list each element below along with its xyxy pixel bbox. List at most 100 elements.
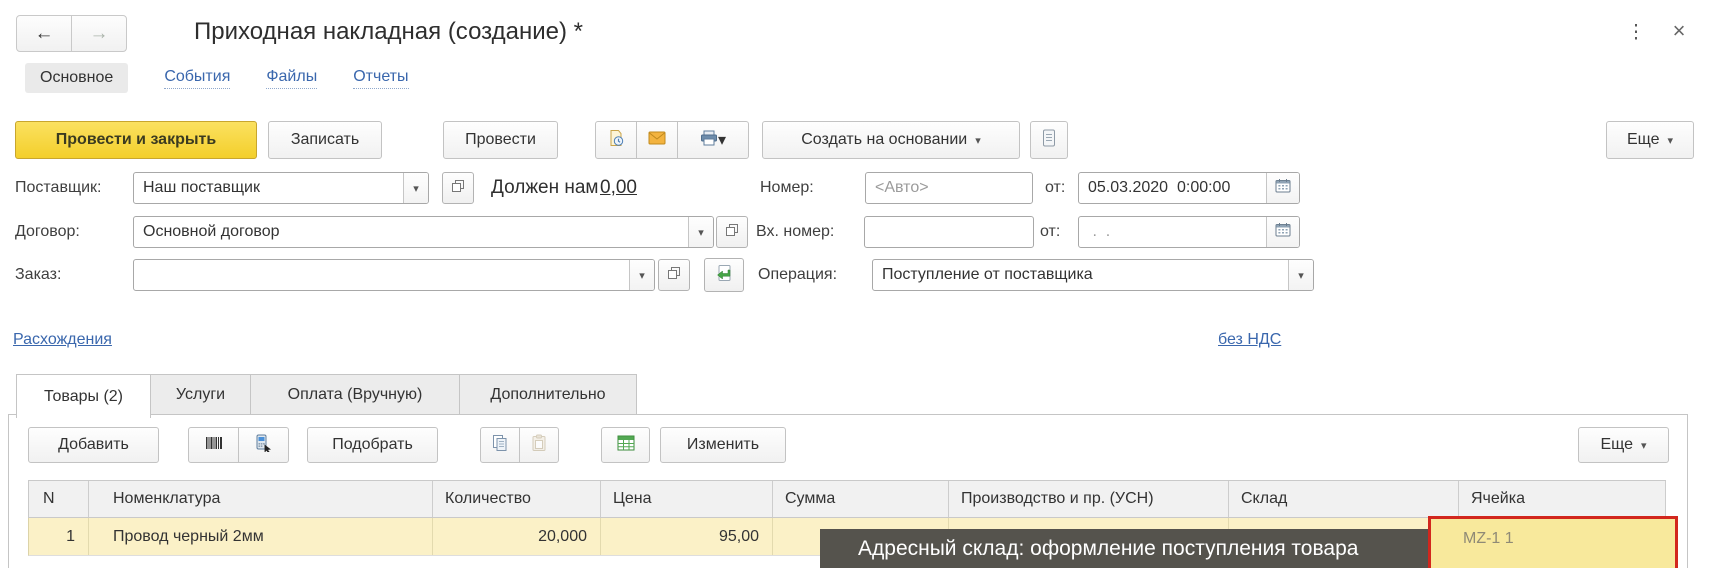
- vat-link[interactable]: без НДС: [1218, 331, 1281, 349]
- address-warehouse-tooltip: Адресный склад: оформление поступления т…: [820, 529, 1428, 568]
- more-label: Еще: [1627, 131, 1660, 149]
- order-dropdown-button[interactable]: ▾: [629, 260, 654, 290]
- number-label: Номер:: [760, 179, 814, 197]
- warehouse-cell-value[interactable]: MZ-1 1: [1463, 530, 1514, 548]
- paste-rows-button[interactable]: [519, 427, 559, 463]
- close-icon: ×: [1673, 18, 1686, 44]
- save-button[interactable]: Записать: [268, 121, 382, 159]
- contract-dropdown-button[interactable]: ▾: [688, 217, 713, 247]
- incoming-number-field[interactable]: [864, 216, 1034, 248]
- incoming-date-field[interactable]: . .: [1078, 216, 1300, 248]
- supplier-dropdown-button[interactable]: ▾: [403, 173, 428, 203]
- create-based-on-button[interactable]: Создать на основании ▾: [762, 121, 1020, 159]
- contract-field[interactable]: Основной договор ▾: [133, 216, 714, 248]
- kebab-icon: ⋮: [1627, 21, 1646, 44]
- supplier-label: Поставщик:: [15, 179, 102, 197]
- incoming-number-value[interactable]: [865, 217, 1033, 247]
- data-terminal-icon: [255, 434, 272, 457]
- forward-icon: →: [90, 23, 109, 45]
- incoming-date-placeholder: . .: [1079, 217, 1266, 247]
- items-tabs: Товары (2) Услуги Оплата (Вручную) Допол…: [16, 374, 637, 418]
- tab-payment[interactable]: Оплата (Вручную): [251, 374, 460, 416]
- document-reports-group: [1030, 121, 1068, 159]
- operation-value[interactable]: Поступление от поставщика: [873, 260, 1288, 290]
- incoming-number-label: Вх. номер:: [756, 223, 834, 241]
- document-clock-icon: [607, 129, 625, 152]
- chevron-down-icon: ▾: [718, 130, 726, 150]
- barcode-scan-button[interactable]: [188, 427, 239, 463]
- barcode-group: [188, 427, 289, 463]
- row-n-cell[interactable]: 1: [29, 518, 89, 555]
- toolbar-more-button[interactable]: Еще ▾: [1606, 121, 1694, 159]
- supplier-value[interactable]: Наш поставщик: [134, 173, 403, 203]
- show-in-list-button[interactable]: [601, 427, 650, 463]
- order-label: Заказ:: [15, 266, 61, 284]
- contract-open-button[interactable]: [716, 216, 748, 248]
- send-email-button[interactable]: [636, 121, 678, 159]
- operation-label: Операция:: [758, 266, 837, 284]
- open-link-squares-icon: [451, 179, 465, 198]
- contract-value[interactable]: Основной договор: [134, 217, 688, 247]
- row-nomenclature-cell[interactable]: Провод черный 2мм: [89, 518, 433, 555]
- col-header-n: N: [29, 481, 89, 517]
- chevron-down-icon: ▾: [698, 226, 704, 239]
- row-quantity-cell[interactable]: 20,000: [433, 518, 601, 555]
- debt-label: Должен нам: [491, 177, 599, 199]
- tab-goods[interactable]: Товары (2): [16, 374, 151, 418]
- tab-events[interactable]: События: [164, 68, 230, 89]
- post-and-close-button[interactable]: Провести и закрыть: [15, 121, 257, 159]
- number-field[interactable]: <Авто>: [865, 172, 1033, 204]
- date-label: от:: [1045, 179, 1065, 197]
- tab-additional[interactable]: Дополнительно: [460, 374, 637, 416]
- window-menu-button[interactable]: ⋮: [1624, 20, 1648, 44]
- date-value[interactable]: 05.03.2020 0:00:00: [1079, 173, 1266, 203]
- tab-files[interactable]: Файлы: [266, 68, 317, 89]
- fill-from-order-button[interactable]: [704, 258, 744, 292]
- operation-field[interactable]: Поступление от поставщика ▾: [872, 259, 1314, 291]
- back-button[interactable]: ←: [16, 15, 72, 52]
- date-field[interactable]: 05.03.2020 0:00:00: [1078, 172, 1300, 204]
- order-field[interactable]: ▾: [133, 259, 655, 291]
- tab-reports[interactable]: Отчеты: [353, 68, 408, 89]
- close-button[interactable]: ×: [1666, 18, 1692, 44]
- date-calendar-button[interactable]: [1266, 173, 1299, 203]
- open-link-squares-icon: [725, 223, 739, 242]
- supplier-field[interactable]: Наш поставщик ▾: [133, 172, 429, 204]
- table-more-button[interactable]: Еще ▾: [1578, 427, 1669, 463]
- cell-highlight-annotation: MZ-1 1: [1428, 516, 1678, 568]
- edit-row-button[interactable]: Изменить: [660, 427, 786, 463]
- tab-main[interactable]: Основное: [25, 63, 128, 93]
- tab-services[interactable]: Услуги: [151, 374, 251, 416]
- debt-amount-link[interactable]: 0,00: [600, 177, 637, 199]
- order-open-button[interactable]: [658, 259, 690, 291]
- discrepancies-link[interactable]: Расхождения: [13, 331, 112, 349]
- post-document-button[interactable]: [595, 121, 637, 159]
- chevron-down-icon: ▾: [639, 269, 645, 282]
- data-terminal-button[interactable]: [238, 427, 289, 463]
- create-based-on-label: Создать на основании: [801, 131, 967, 149]
- open-link-squares-icon: [667, 266, 681, 285]
- operation-dropdown-button[interactable]: ▾: [1288, 260, 1313, 290]
- printer-icon: [700, 130, 718, 151]
- incoming-date-calendar-button[interactable]: [1266, 217, 1299, 247]
- document-report-button[interactable]: [1030, 121, 1068, 159]
- add-row-button[interactable]: Добавить: [28, 427, 159, 463]
- receipt-invoice-window: ← → Приходная накладная (создание) * ⋮ ×…: [0, 0, 1710, 568]
- forward-button[interactable]: →: [71, 15, 127, 52]
- print-button[interactable]: ▾: [677, 121, 749, 159]
- history-nav: ← →: [16, 15, 127, 52]
- barcode-icon: [205, 435, 223, 456]
- chevron-down-icon: ▾: [1668, 134, 1674, 147]
- copy-rows-button[interactable]: [480, 427, 520, 463]
- post-button[interactable]: Провести: [443, 121, 558, 159]
- nav-tabs: Основное События Файлы Отчеты: [25, 62, 409, 94]
- paste-icon: [531, 434, 547, 457]
- col-header-sum: Сумма: [773, 481, 949, 517]
- col-header-cell: Ячейка: [1459, 481, 1666, 517]
- pick-items-button[interactable]: Подобрать: [307, 427, 438, 463]
- order-value[interactable]: [134, 260, 629, 290]
- back-icon: ←: [35, 23, 54, 45]
- supplier-open-button[interactable]: [442, 172, 474, 204]
- row-price-cell[interactable]: 95,00: [601, 518, 773, 555]
- calendar-icon: [1275, 222, 1291, 242]
